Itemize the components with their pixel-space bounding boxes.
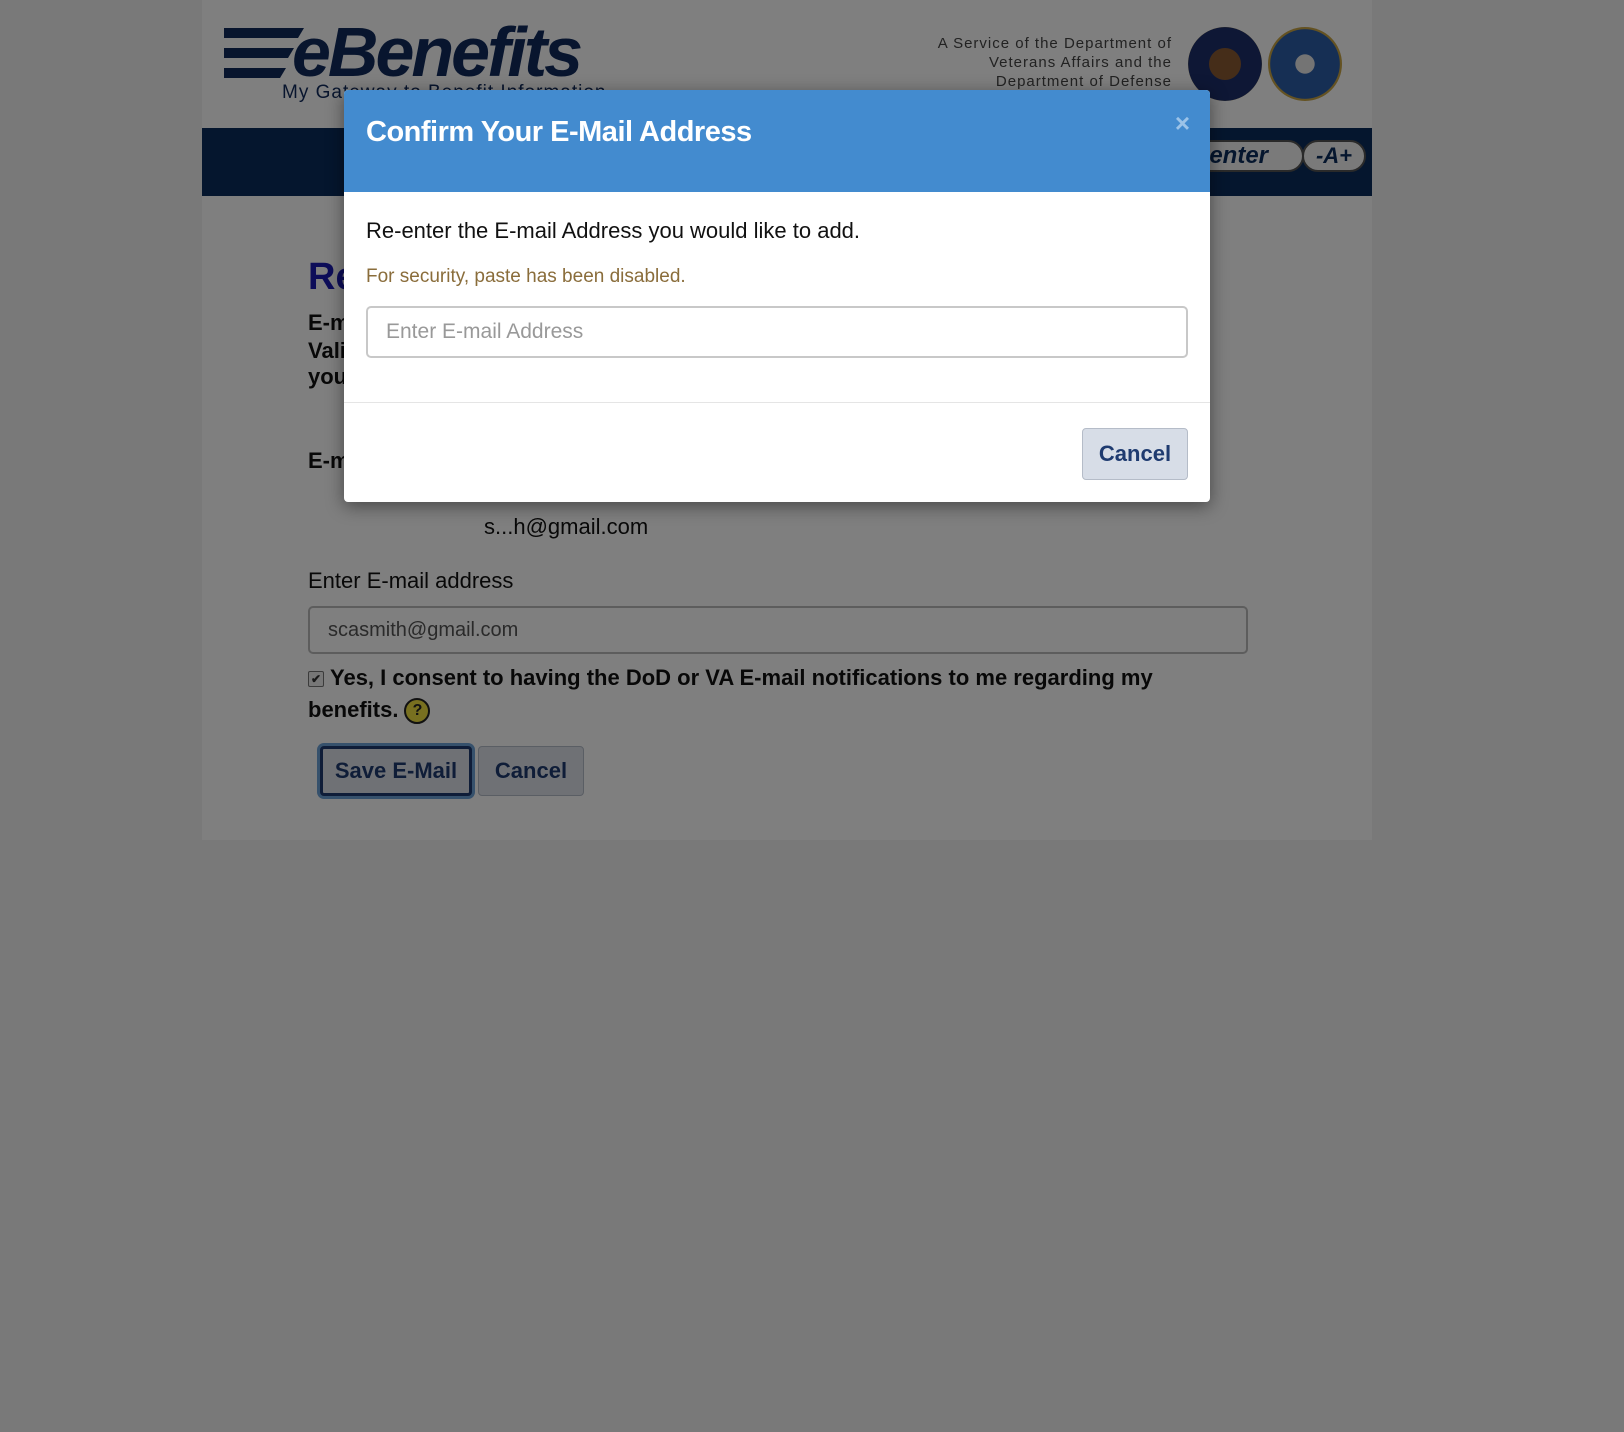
- modal-title: Confirm Your E-Mail Address: [366, 116, 752, 148]
- close-icon[interactable]: ×: [1175, 110, 1190, 136]
- modal-instruction: Re-enter the E-mail Address you would li…: [366, 218, 861, 243]
- confirm-email-modal: Confirm Your E-Mail Address × Re-enter t…: [344, 90, 1210, 502]
- confirm-email-input[interactable]: [366, 306, 1188, 358]
- paste-disabled-warning: For security, paste has been disabled.: [366, 266, 686, 287]
- modal-header: Confirm Your E-Mail Address ×: [344, 90, 1210, 192]
- modal-cancel-button[interactable]: Cancel: [1082, 428, 1188, 480]
- modal-divider: [344, 402, 1210, 403]
